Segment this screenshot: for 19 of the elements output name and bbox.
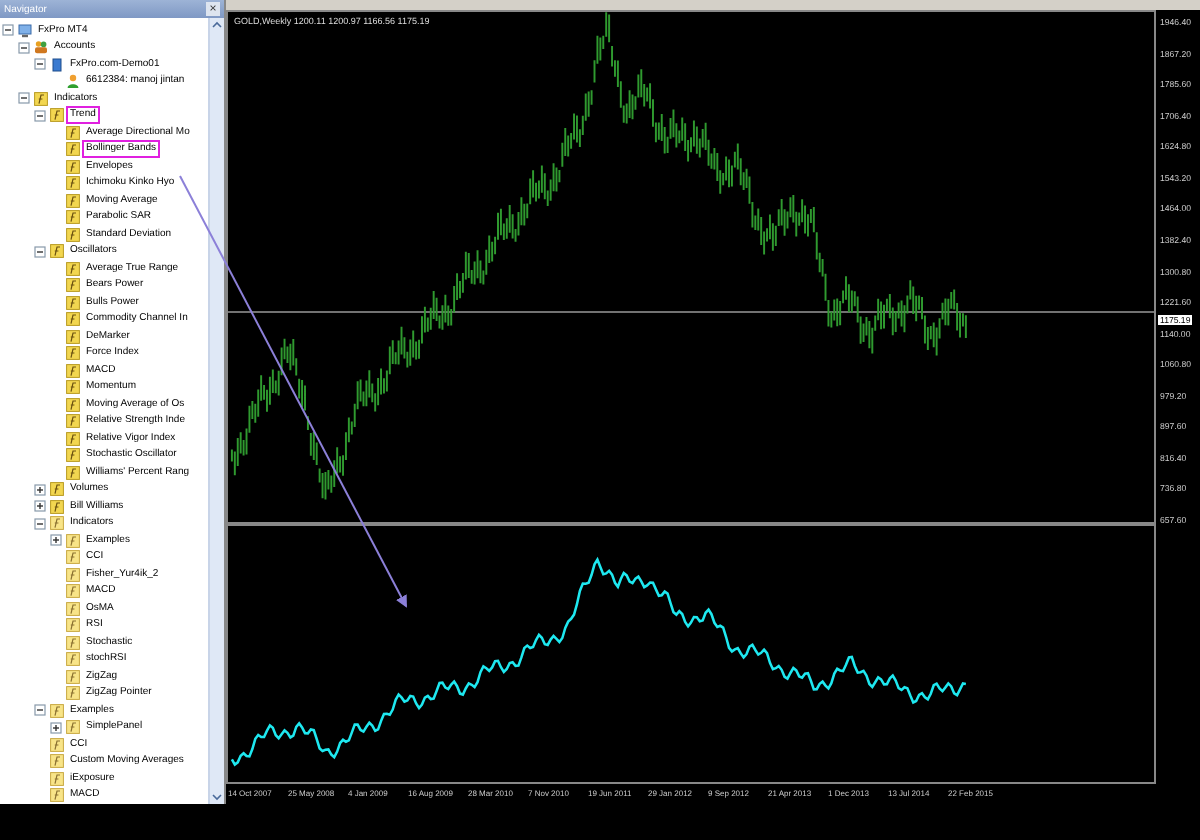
- collapse-toggle[interactable]: [2, 24, 14, 37]
- expand-toggle[interactable]: [34, 500, 46, 513]
- expand-toggle[interactable]: [50, 721, 62, 734]
- scroll-up-icon[interactable]: [210, 18, 224, 32]
- collapse-toggle[interactable]: [34, 704, 46, 717]
- collapse-toggle[interactable]: [18, 41, 30, 54]
- scrollbar[interactable]: [208, 18, 224, 804]
- expand-toggle[interactable]: [34, 483, 46, 496]
- server-icon: [50, 57, 64, 72]
- collapse-toggle[interactable]: [18, 92, 30, 105]
- collapse-toggle[interactable]: [34, 245, 46, 258]
- collapse-toggle[interactable]: [34, 517, 46, 530]
- users-icon: [34, 40, 48, 55]
- user-icon: [66, 74, 80, 89]
- collapse-toggle[interactable]: [34, 109, 46, 122]
- scroll-down-icon[interactable]: [210, 790, 224, 804]
- expand-toggle[interactable]: [50, 534, 62, 547]
- collapse-toggle[interactable]: [34, 58, 46, 71]
- computer-icon: [18, 23, 32, 38]
